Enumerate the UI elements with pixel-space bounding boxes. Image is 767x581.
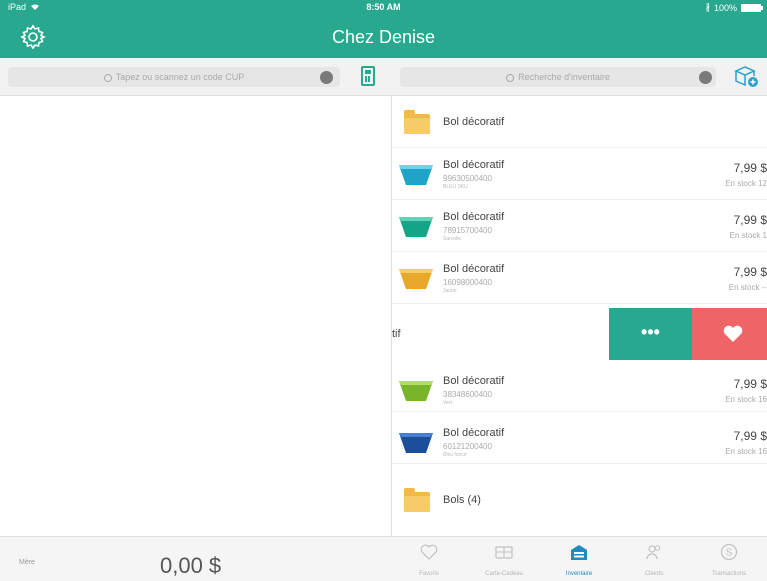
- item-sku: 16098000400: [443, 278, 492, 287]
- swiped-item-name-fragment: tif: [392, 328, 401, 340]
- item-stock: En stock --: [728, 283, 767, 292]
- more-actions-button[interactable]: •••: [609, 308, 692, 360]
- item-sku: 78915700400: [443, 226, 492, 235]
- folder-icon: [404, 110, 430, 134]
- favorite-button[interactable]: [692, 308, 767, 360]
- item-name: Bol décoratif: [443, 375, 505, 387]
- item-price: 7,99 $: [733, 265, 767, 279]
- item-sku: 38348600400: [443, 390, 492, 399]
- clients-icon: [646, 545, 661, 560]
- status-time: 8:50 AM: [366, 2, 401, 12]
- bluetooth-icon: ∦: [705, 2, 710, 12]
- tab-label: Clients: [644, 571, 664, 577]
- heart-outline-icon: [420, 544, 438, 560]
- item-variant: Bleu foncé: [443, 452, 467, 458]
- gift-card-icon: [495, 546, 513, 559]
- inventory-item-row[interactable]: Bol décoratif 78915700400 Sarcelle 7,99 …: [392, 200, 767, 252]
- item-stock: En stock 1: [729, 231, 767, 240]
- item-sku: 99630500400: [443, 174, 492, 183]
- folder-icon: [404, 488, 430, 512]
- search-row: Tapez ou scannez un code CUP Recherche d…: [0, 58, 767, 96]
- item-sku: 60121200400: [443, 442, 492, 451]
- item-name: Bol décoratif: [443, 263, 505, 275]
- bowl-thumbnail-icon: [399, 217, 433, 237]
- item-price: 7,99 $: [733, 429, 767, 443]
- more-label: Mère: [19, 559, 35, 566]
- upc-search-placeholder: Tapez ou scannez un code CUP: [115, 72, 245, 82]
- inventory-list[interactable]: Bol décoratif Bol décoratif 99630500400 …: [392, 96, 767, 536]
- tab-clients[interactable]: Clients: [624, 543, 684, 581]
- heart-icon: [723, 325, 743, 342]
- store-title: Chez Denise: [331, 27, 436, 47]
- tab-label: Transactions: [711, 571, 747, 577]
- item-variant: Jaune: [443, 288, 457, 294]
- search-icon: [506, 73, 515, 82]
- box-add-icon: [734, 66, 758, 87]
- bowl-thumbnail-icon: [399, 433, 433, 453]
- item-price: 7,99 $: [733, 213, 767, 227]
- status-bar-right: ∦ 100%: [705, 2, 763, 13]
- item-price: 7,99 $: [733, 377, 767, 391]
- tab-label: Carte-Cadeau: [485, 571, 523, 577]
- battery-label: 100%: [713, 2, 737, 13]
- inventory-item-row[interactable]: Bol décoratif 16098000400 Jaune 7,99 $ E…: [392, 252, 767, 304]
- item-variant: Vert: [443, 400, 452, 406]
- item-stock: En stock 16: [725, 395, 767, 404]
- item-variant: Sarcelle: [443, 236, 462, 242]
- folder-name: Bols (4): [443, 494, 481, 506]
- dollar-circle-icon: S: [720, 543, 738, 561]
- bowl-thumbnail-icon: [399, 269, 433, 289]
- tab-inventaire[interactable]: Inventaire: [549, 543, 609, 581]
- inventory-item-row[interactable]: Bol décoratif 99630500400 BLEU SKU 7,99 …: [392, 148, 767, 200]
- inventory-search-placeholder: Recherche d'inventaire: [518, 72, 610, 82]
- folder-name: Bol décoratif: [443, 116, 505, 128]
- tab-carte-cadeau[interactable]: Carte-Cadeau: [474, 543, 534, 581]
- folder-row[interactable]: Bol décoratif: [392, 96, 767, 148]
- inventory-item-row[interactable]: Bol décoratif 60121200400 Bleu foncé 7,9…: [392, 412, 767, 464]
- battery-icon: [741, 3, 763, 12]
- sale-total: 0,00 $: [160, 553, 222, 578]
- bottom-tab-bar: Favoris Carte-Cadeau Inventaire Clients …: [391, 536, 767, 581]
- tab-favoris[interactable]: Favoris: [399, 543, 459, 581]
- tab-transactions[interactable]: S Transactions: [699, 543, 759, 581]
- top-bar: iPad 8:50 AM ∦ 100% Chez Denise: [0, 0, 767, 58]
- clear-upc-search-icon[interactable]: [320, 71, 333, 84]
- search-icon: [103, 73, 112, 82]
- calculator-button[interactable]: [361, 66, 375, 86]
- tab-label: Favoris: [419, 571, 439, 577]
- item-variant: BLEU SKU: [443, 184, 468, 190]
- item-stock: En stock 12: [725, 179, 767, 188]
- upc-search-input[interactable]: Tapez ou scannez un code CUP: [8, 67, 340, 87]
- clear-inventory-search-icon[interactable]: [699, 71, 712, 84]
- swiped-item-row[interactable]: tif •••: [392, 308, 767, 360]
- inventory-item-row[interactable]: Bol décoratif 38348600400 Vert 7,99 $ En…: [392, 360, 767, 412]
- item-name: Bol décoratif: [443, 159, 505, 171]
- svg-text:S: S: [726, 548, 733, 559]
- add-inventory-box-button[interactable]: [733, 64, 759, 88]
- sale-summary-bar[interactable]: Mère 0,00 $: [0, 536, 391, 581]
- tab-label: Inventaire: [565, 571, 593, 577]
- item-name: Bol décoratif: [443, 211, 505, 223]
- item-name: Bol décoratif: [443, 427, 505, 439]
- more-icon: •••: [641, 322, 660, 342]
- bowl-thumbnail-icon: [399, 165, 433, 185]
- folder-row[interactable]: Bols (4): [392, 474, 767, 526]
- bowl-thumbnail-icon: [399, 381, 433, 401]
- inventory-search-input[interactable]: Recherche d'inventaire: [400, 67, 716, 87]
- item-stock: En stock 16: [725, 447, 767, 456]
- store-icon: [571, 545, 587, 560]
- item-price: 7,99 $: [733, 161, 767, 175]
